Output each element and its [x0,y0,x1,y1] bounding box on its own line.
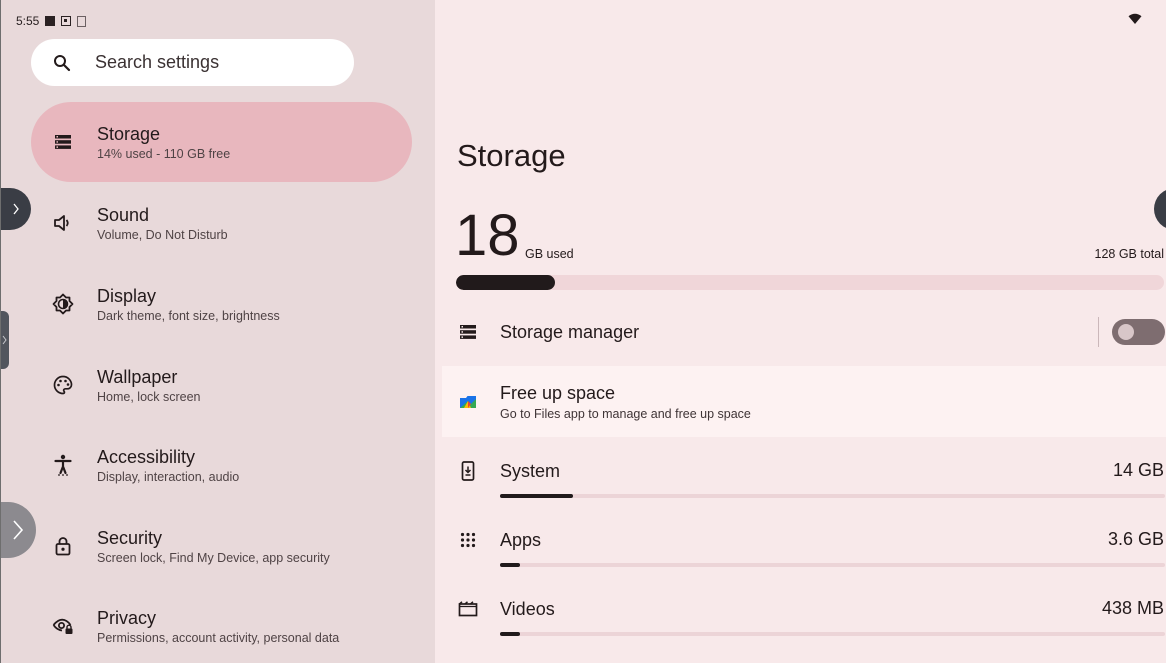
storage-manager-row[interactable]: Storage manager [442,312,1166,352]
category-size: 438 MB [1101,598,1164,618]
notification-icon [45,16,56,26]
nav-subtitle: Volume, Do Not Disturb [97,227,228,242]
category-bar-fill [500,494,574,498]
nav-title: Security [97,527,163,548]
free-up-space-subtitle: Go to Files app to manage and free up sp… [500,406,751,421]
nav-subtitle: Dark theme, font size, brightness [97,308,280,323]
storage-manager-toggle[interactable] [1112,319,1165,345]
nav-subtitle: Home, lock screen [97,389,201,404]
status-time: 5:55 [16,14,40,28]
nav-subtitle: Display, interaction, audio [97,469,240,484]
nav-title: Storage [97,123,161,144]
category-name: System [500,460,561,481]
free-up-space-row[interactable]: Free up space Go to Files app to manage … [442,366,1166,437]
used-storage-unit: GB used [525,247,574,261]
chevron-right-icon [2,335,7,345]
storage-manager-label: Storage manager [500,321,640,342]
nav-subtitle: Permissions, account activity, personal … [97,630,340,645]
category-bar [500,632,1165,636]
privacy-eye-icon [51,614,75,638]
chevron-right-icon [12,203,19,215]
toggle-knob [1118,324,1134,340]
nav-subtitle: 14% used - 110 GB free [97,146,231,161]
page-title: Storage [457,138,566,173]
category-bar [500,494,1165,498]
nav-item-security[interactable]: Security Screen lock, Find My Device, ap… [31,506,412,586]
category-size: 3.6 GB [1107,529,1164,549]
nav-item-storage[interactable]: Storage 14% used - 110 GB free [31,102,412,182]
nav-title: Privacy [97,607,157,628]
nav-title: Display [97,285,157,306]
chevron-right-icon [13,520,24,540]
accessibility-icon [51,453,75,477]
category-row-apps[interactable]: Apps [442,525,1166,555]
nav-item-display[interactable]: Display Dark theme, font size, brightnes… [31,264,412,344]
nav-title: Sound [97,204,150,225]
category-bar [500,563,1165,567]
category-size: 14 GB [1112,460,1164,480]
storage-icon [51,130,75,154]
movie-icon [457,598,479,620]
free-up-space-title: Free up space [500,382,616,403]
status-bar-left: 5:55 [16,13,87,29]
category-bar-fill [500,563,520,567]
nav-title: Accessibility [97,446,196,467]
brightness-icon [51,292,75,316]
sim-icon [77,15,87,27]
category-name: Videos [500,598,555,619]
nav-subtitle: Screen lock, Find My Device, app securit… [97,550,330,565]
files-app-icon [457,391,479,413]
search-bar[interactable] [31,39,354,86]
nav-item-accessibility[interactable]: Accessibility Display, interaction, audi… [31,425,412,505]
search-input[interactable] [95,52,335,73]
side-panel-handle-small[interactable] [0,311,9,369]
volume-icon [51,211,75,235]
toggle-divider [1098,317,1099,347]
category-row-system[interactable]: System [442,456,1166,486]
palette-icon [51,373,75,397]
system-update-icon [457,460,479,482]
apps-grid-icon [457,529,479,551]
nav-item-wallpaper[interactable]: Wallpaper Home, lock screen [31,345,412,425]
total-storage: 128 GB total [1094,247,1165,261]
nav-title: Wallpaper [97,366,178,387]
nav-item-privacy[interactable]: Privacy Permissions, account activity, p… [31,586,412,663]
used-storage-value: 18 [455,203,520,268]
storage-usage-bar [456,275,1164,290]
wifi-icon [1128,13,1142,24]
search-icon [53,53,73,73]
storage-icon [457,321,479,343]
lock-icon [51,534,75,558]
storage-usage-fill [456,275,556,290]
category-name: Apps [500,529,542,550]
category-bar-fill [500,632,520,636]
category-row-videos[interactable]: Videos [442,594,1166,624]
nav-item-sound[interactable]: Sound Volume, Do Not Disturb [31,183,412,263]
photo-notification-icon [61,16,72,26]
